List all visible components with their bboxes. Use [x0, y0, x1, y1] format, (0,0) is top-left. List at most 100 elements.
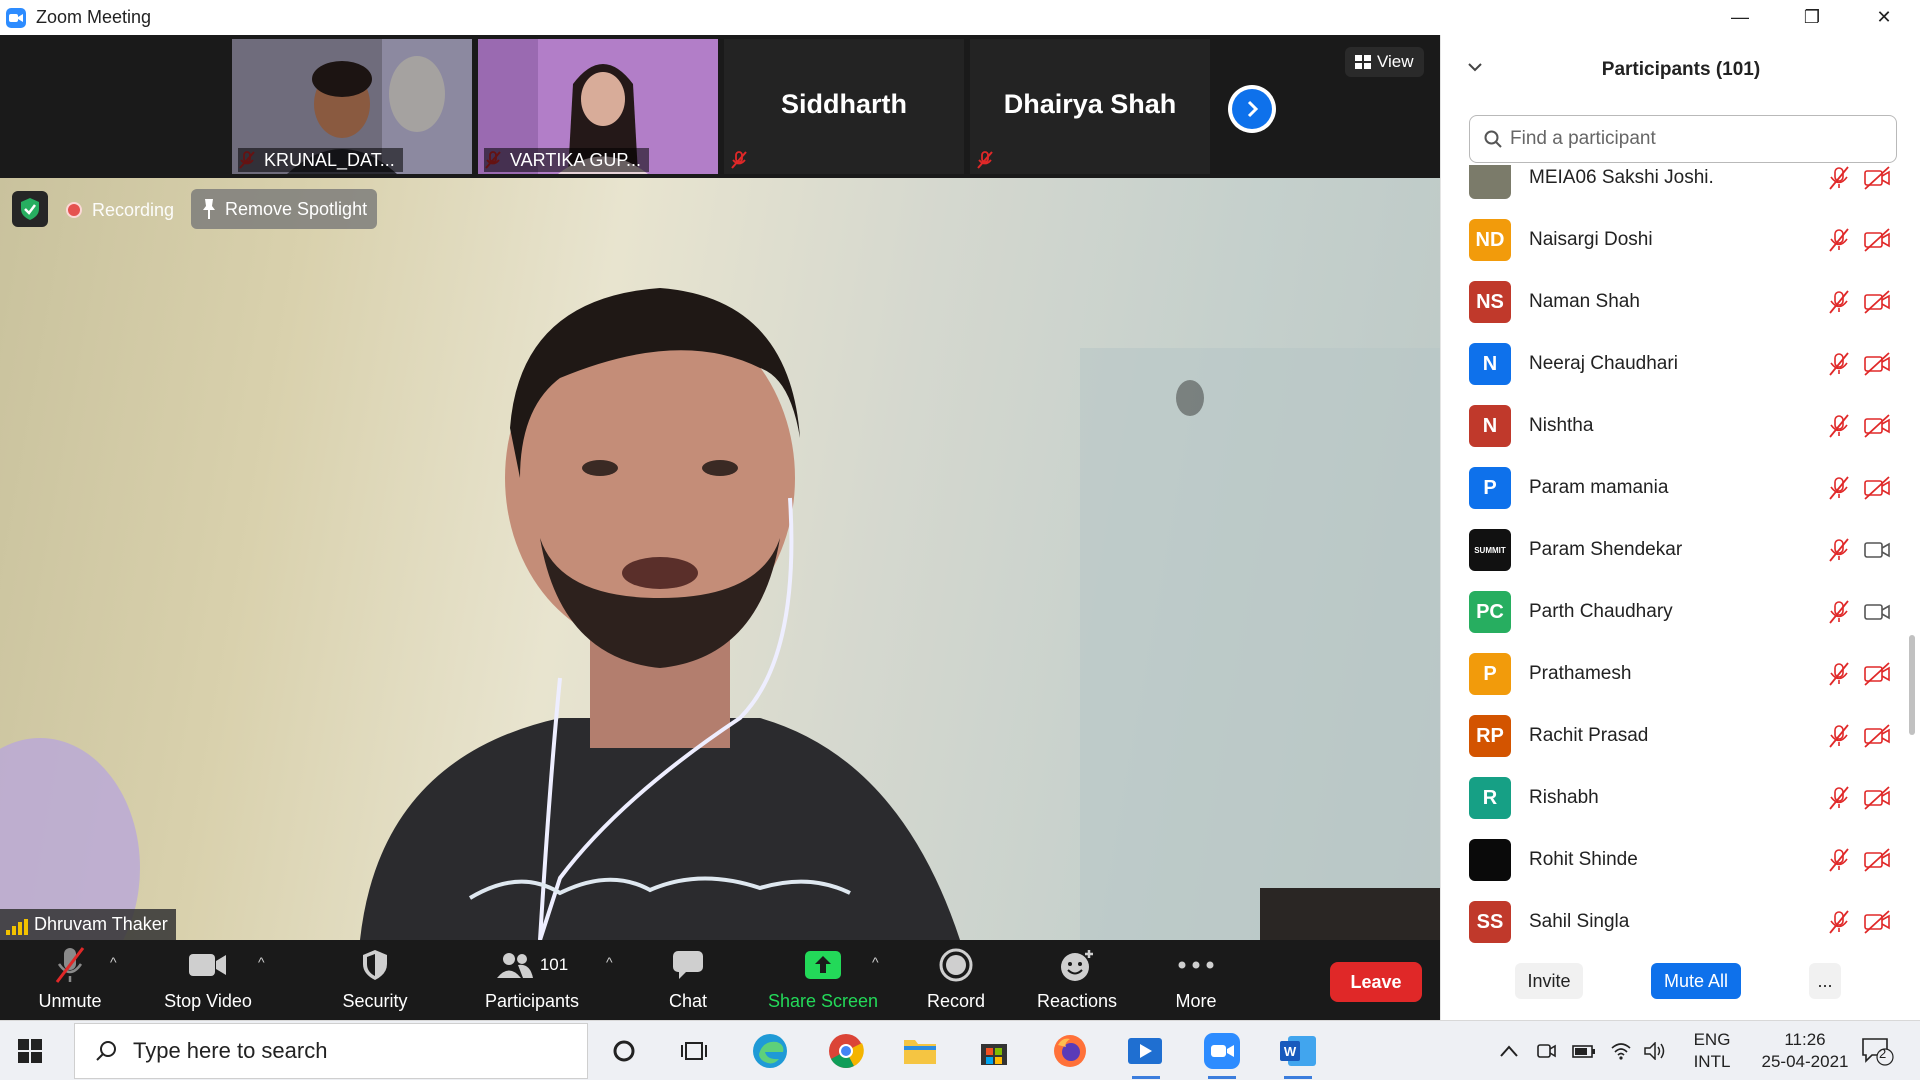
scrollbar-thumb[interactable]	[1909, 635, 1915, 735]
muted-mic-icon[interactable]	[1827, 910, 1851, 934]
participant-row[interactable]: R Rishabh	[1441, 767, 1906, 829]
participant-row[interactable]: NS Naman Shah	[1441, 271, 1906, 333]
language-code: ENG	[1693, 1030, 1731, 1049]
participant-row[interactable]: P Param mamania	[1441, 457, 1906, 519]
video-off-icon[interactable]	[1863, 786, 1891, 810]
next-page-button[interactable]	[1228, 85, 1276, 133]
video-off-icon[interactable]	[1863, 228, 1891, 252]
video-off-icon[interactable]	[1863, 166, 1891, 190]
restore-button[interactable]: ❐	[1776, 0, 1848, 35]
muted-mic-icon[interactable]	[1827, 290, 1851, 314]
muted-mic-icon[interactable]	[1827, 228, 1851, 252]
muted-mic-icon[interactable]	[1827, 786, 1851, 810]
wifi-icon[interactable]	[1610, 1021, 1632, 1080]
cortana-icon[interactable]	[602, 1029, 646, 1073]
muted-mic-icon[interactable]	[1827, 848, 1851, 872]
participant-row[interactable]: SUMMIT Param Shendekar	[1441, 519, 1906, 581]
volume-icon[interactable]	[1644, 1021, 1666, 1080]
file-explorer-icon[interactable]	[898, 1029, 942, 1073]
muted-mic-icon[interactable]	[1827, 662, 1851, 686]
participants-button[interactable]: 101 Participants	[476, 940, 588, 1020]
video-options-caret[interactable]: ^	[258, 954, 265, 970]
participant-avatar	[1469, 839, 1511, 881]
invite-button[interactable]: Invite	[1515, 963, 1583, 999]
participants-options-caret[interactable]: ^	[606, 954, 613, 970]
battery-icon[interactable]	[1572, 1021, 1596, 1080]
video-off-icon[interactable]	[1863, 414, 1891, 438]
video-off-icon[interactable]	[1863, 476, 1891, 500]
stop-video-button[interactable]: Stop Video	[158, 940, 258, 1020]
pin-icon	[203, 199, 215, 219]
muted-mic-icon[interactable]	[1827, 414, 1851, 438]
encryption-shield-icon[interactable]	[12, 191, 48, 227]
participant-row[interactable]: SS Sahil Singla	[1441, 891, 1906, 953]
zoom-app-icon[interactable]	[1200, 1029, 1244, 1079]
share-screen-button[interactable]: Share Screen	[764, 940, 882, 1020]
muted-mic-icon[interactable]	[1827, 476, 1851, 500]
muted-mic-icon[interactable]	[1827, 600, 1851, 624]
more-options-button[interactable]: ...	[1809, 963, 1841, 999]
participant-search-box[interactable]	[1469, 115, 1897, 163]
video-thumbnail[interactable]: Dhairya Shah	[970, 39, 1210, 174]
participant-row[interactable]: RP Rachit Prasad	[1441, 705, 1906, 767]
participant-initials: R	[1482, 786, 1498, 809]
task-view-icon[interactable]	[672, 1029, 716, 1073]
video-camera-icon[interactable]	[1863, 600, 1891, 624]
edge-browser-icon[interactable]	[748, 1029, 792, 1073]
remove-spotlight-button[interactable]: Remove Spotlight	[191, 189, 378, 229]
windows-start-icon[interactable]	[18, 1039, 42, 1063]
chat-button[interactable]: Chat	[650, 940, 726, 1020]
share-options-caret[interactable]: ^	[872, 954, 879, 970]
video-thumbnail[interactable]: KRUNAL_DAT...	[232, 39, 472, 174]
clock[interactable]: 11:26 25-04-2021	[1750, 1021, 1860, 1080]
video-off-icon[interactable]	[1863, 290, 1891, 314]
participant-row[interactable]: MEIA06 Sakshi Joshi.	[1441, 165, 1906, 209]
show-hidden-icons-button[interactable]	[1500, 1021, 1518, 1080]
participant-search-input[interactable]	[1510, 128, 1870, 150]
recording-indicator: Recording	[66, 195, 174, 225]
notification-center-button[interactable]: 2	[1860, 1021, 1894, 1080]
participant-row[interactable]: N Nishtha	[1441, 395, 1906, 457]
muted-mic-icon[interactable]	[1827, 166, 1851, 190]
participant-row[interactable]: P Prathamesh	[1441, 643, 1906, 705]
muted-mic-icon[interactable]	[1827, 352, 1851, 376]
security-button[interactable]: Security	[330, 940, 420, 1020]
unmute-button[interactable]: Unmute	[30, 940, 110, 1020]
participant-row[interactable]: Rohit Shinde	[1441, 829, 1906, 891]
video-thumbnail[interactable]: Siddharth	[724, 39, 964, 174]
reactions-button[interactable]: Reactions	[1030, 940, 1124, 1020]
media-player-icon[interactable]	[1124, 1029, 1168, 1079]
muted-mic-icon[interactable]	[1827, 724, 1851, 748]
muted-mic-icon[interactable]	[1827, 538, 1851, 562]
video-off-icon[interactable]	[1863, 848, 1891, 872]
video-off-icon[interactable]	[1863, 352, 1891, 376]
more-button[interactable]: More	[1156, 940, 1236, 1020]
record-button[interactable]: Record	[916, 940, 996, 1020]
video-off-icon[interactable]	[1863, 662, 1891, 686]
participant-initials: SUMMIT	[1474, 545, 1506, 555]
chrome-browser-icon[interactable]	[824, 1029, 868, 1073]
video-camera-icon[interactable]	[1863, 538, 1891, 562]
view-button[interactable]: View	[1345, 47, 1424, 77]
participant-name: Sahil Singla	[1529, 911, 1630, 932]
mute-all-button[interactable]: Mute All	[1651, 963, 1741, 999]
video-off-icon[interactable]	[1863, 910, 1891, 934]
minimize-button[interactable]: —	[1704, 0, 1776, 35]
meet-now-icon[interactable]	[1536, 1021, 1556, 1080]
leave-button[interactable]: Leave	[1330, 962, 1422, 1002]
word-app-icon[interactable]: W	[1276, 1029, 1320, 1079]
language-indicator[interactable]: ENG INTL	[1682, 1021, 1742, 1080]
audio-options-caret[interactable]: ^	[110, 954, 117, 970]
participant-row[interactable]: ND Naisargi Doshi	[1441, 209, 1906, 271]
participants-label: Participants	[484, 991, 580, 1011]
firefox-browser-icon[interactable]	[1048, 1029, 1092, 1073]
video-thumbnail[interactable]: VARTIKA GUP...	[478, 39, 718, 174]
chevron-down-icon[interactable]	[1467, 59, 1483, 75]
participants-scrollbar[interactable]	[1907, 165, 1917, 975]
participant-row[interactable]: PC Parth Chaudhary	[1441, 581, 1906, 643]
video-off-icon[interactable]	[1863, 724, 1891, 748]
close-button[interactable]: ✕	[1848, 0, 1920, 35]
taskbar-search-box[interactable]: Type here to search	[74, 1023, 588, 1079]
microsoft-store-icon[interactable]	[972, 1029, 1016, 1073]
participant-row[interactable]: N Neeraj Chaudhari	[1441, 333, 1906, 395]
